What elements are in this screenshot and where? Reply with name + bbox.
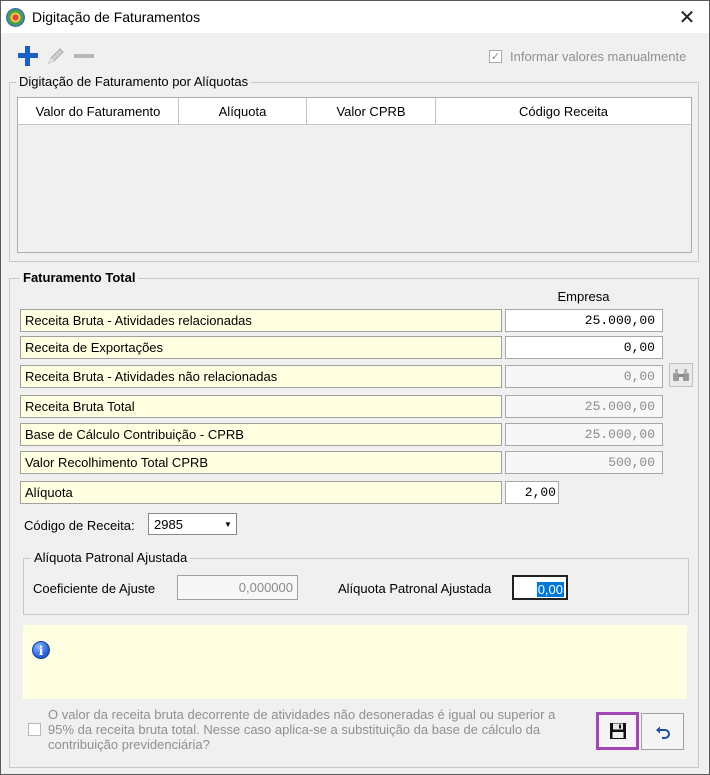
- row-label: Base de Cálculo Contribuição - CPRB: [20, 423, 502, 446]
- info-panel: i: [23, 625, 687, 699]
- receita-exportacoes-input[interactable]: 0,00: [505, 336, 663, 359]
- undo-icon: [655, 726, 670, 739]
- patronal-group-title: Alíquota Patronal Ajustada: [31, 550, 191, 565]
- row-label: Valor Recolhimento Total CPRB: [20, 451, 502, 474]
- empresa-column-header: Empresa: [557, 289, 610, 304]
- codigo-receita-select[interactable]: 2985 ▼: [148, 513, 237, 535]
- receita-bruta-total-input[interactable]: 25.000,00: [505, 395, 663, 418]
- aliquota-patronal-input[interactable]: 0,00: [512, 575, 568, 600]
- window: Digitação de Faturamentos ✕ ✓ Informar v…: [0, 0, 710, 775]
- base-calculo-input[interactable]: 25.000,00: [505, 423, 663, 446]
- total-group-title: Faturamento Total: [20, 270, 139, 285]
- pencil-icon[interactable]: [45, 44, 67, 68]
- aliquota-patronal-label: Alíquota Patronal Ajustada: [338, 581, 492, 596]
- grid-header: Valor do Faturamento Alíquota Valor CPRB…: [18, 98, 691, 125]
- note-checkbox[interactable]: [28, 723, 41, 736]
- app-icon: [6, 8, 25, 27]
- column-header[interactable]: Valor do Faturamento: [18, 98, 179, 125]
- receita-nao-relacionadas-input[interactable]: 0,00: [505, 365, 663, 388]
- aliquota-patronal-selected-text: 0,00: [536, 582, 564, 597]
- minus-icon[interactable]: [73, 44, 95, 68]
- note-text: O valor da receita bruta decorrente de a…: [48, 707, 556, 752]
- floppy-disk-icon: [609, 723, 626, 739]
- aliquotas-group-title: Digitação de Faturamento por Alíquotas: [16, 74, 252, 89]
- plus-icon[interactable]: [17, 44, 39, 68]
- coeficiente-label: Coeficiente de Ajuste: [33, 581, 156, 596]
- row-label: Receita Bruta - Atividades não relaciona…: [20, 365, 502, 388]
- undo-button[interactable]: [641, 713, 684, 750]
- codigo-receita-label: Código de Receita:: [24, 518, 135, 533]
- valor-recolhimento-input[interactable]: 500,00: [505, 451, 663, 474]
- title-bar: Digitação de Faturamentos ✕: [1, 1, 709, 33]
- column-header[interactable]: Código Receita: [436, 98, 691, 125]
- column-header[interactable]: Alíquota: [179, 98, 307, 125]
- codigo-receita-value: 2985: [154, 517, 183, 532]
- window-title: Digitação de Faturamentos: [32, 9, 201, 25]
- row-label: Receita Bruta - Atividades relacionadas: [20, 309, 502, 332]
- receita-relacionadas-input[interactable]: 25.000,00: [505, 309, 663, 332]
- column-header[interactable]: Valor CPRB: [307, 98, 436, 125]
- binoculars-icon[interactable]: [669, 363, 693, 387]
- manual-values-checkbox[interactable]: ✓: [489, 50, 502, 63]
- close-button[interactable]: ✕: [665, 1, 709, 33]
- chevron-down-icon[interactable]: ▼: [220, 514, 236, 534]
- coeficiente-input[interactable]: 0,000000: [177, 575, 298, 600]
- row-label: Receita de Exportações: [20, 336, 502, 359]
- row-label: Receita Bruta Total: [20, 395, 502, 418]
- info-icon: i: [32, 641, 50, 659]
- aliquotas-grid[interactable]: Valor do Faturamento Alíquota Valor CPRB…: [17, 97, 692, 253]
- manual-values-label: Informar valores manualmente: [510, 49, 687, 64]
- row-label: Alíquota: [20, 481, 502, 504]
- aliquota-input[interactable]: 2,00: [505, 481, 559, 504]
- save-button[interactable]: [596, 712, 639, 750]
